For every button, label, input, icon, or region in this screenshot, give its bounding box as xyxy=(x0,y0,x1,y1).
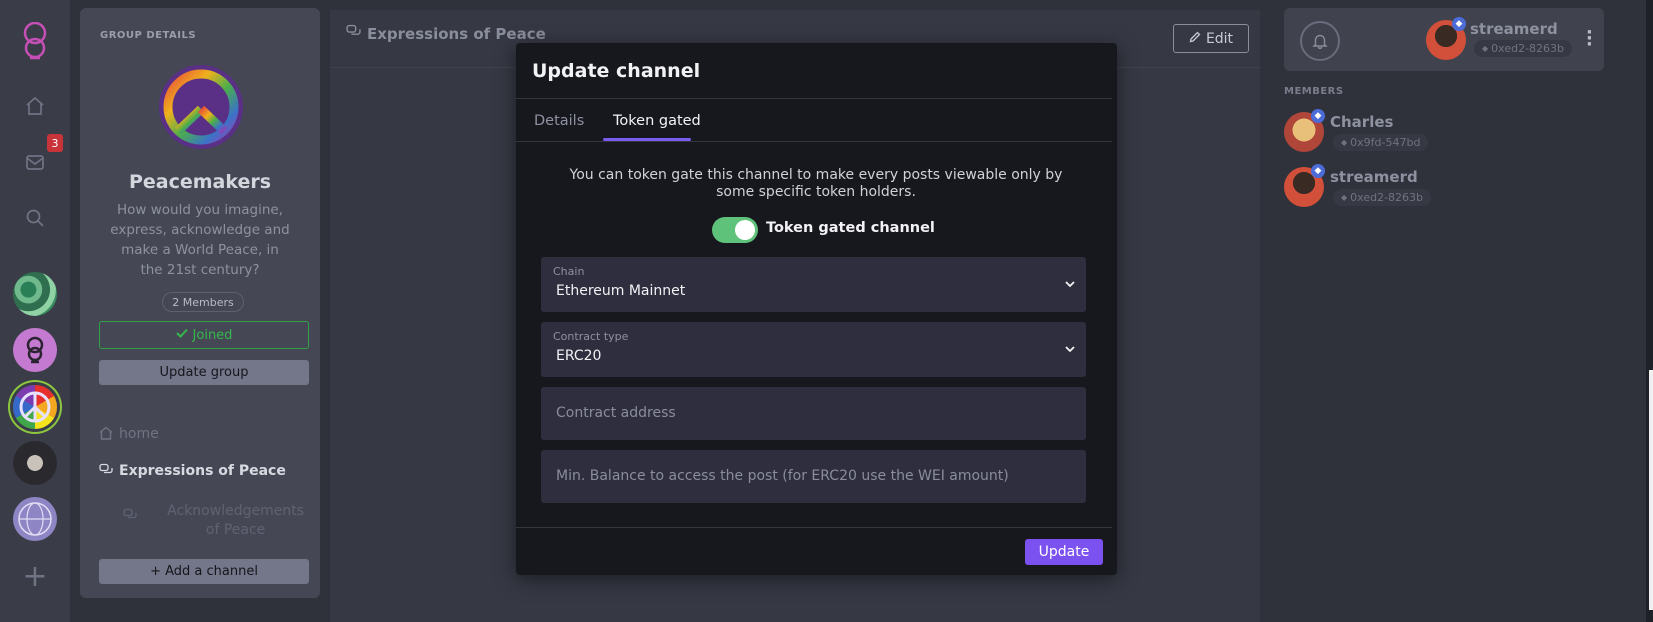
ethereum-icon: ◆ xyxy=(1341,138,1348,147)
more-options-icon[interactable]: · · · xyxy=(1586,24,1593,54)
group-avatar-earth[interactable] xyxy=(13,272,57,316)
divider xyxy=(516,98,1112,99)
current-username: streamerd xyxy=(1470,20,1558,38)
group-avatar-logo[interactable] xyxy=(13,328,57,372)
edit-label: Edit xyxy=(1205,30,1234,47)
group-avatar-peacemakers[interactable] xyxy=(13,385,57,429)
token-gate-info: You can token gate this channel to make … xyxy=(569,167,1063,200)
chat-bubbles-icon xyxy=(99,463,113,481)
pencil-icon xyxy=(1189,31,1201,47)
chain-label: Chain xyxy=(553,265,585,278)
modal-title: Update channel xyxy=(532,60,701,82)
home-icon[interactable] xyxy=(23,94,47,118)
mail-icon[interactable] xyxy=(23,150,47,174)
channel-label: Expressions of Peace xyxy=(119,463,286,479)
ethereum-icon: ◆ xyxy=(1482,44,1489,53)
members-panel: ◆ streamerd ◆ 0xed2-8263b · · · MEMBERS ◆ … xyxy=(1268,0,1653,622)
token-gated-toggle[interactable] xyxy=(712,217,758,243)
toggle-label: Token gated channel xyxy=(766,220,935,236)
address-text: 0xed2-8263b xyxy=(1491,42,1565,55)
member-address[interactable]: ◆ 0xed2-8263b xyxy=(1333,189,1432,206)
current-user-card: ◆ streamerd ◆ 0xed2-8263b · · · xyxy=(1284,8,1604,71)
home-icon xyxy=(99,426,113,444)
channel-label: home xyxy=(119,426,159,442)
app-rail: 3 + xyxy=(0,0,70,622)
chevron-down-icon xyxy=(1063,276,1077,290)
app-logo-icon[interactable] xyxy=(18,21,52,64)
section-label: GROUP DETAILS xyxy=(100,30,197,41)
toggle-knob xyxy=(735,220,755,240)
contract-type-label: Contract type xyxy=(553,330,629,343)
contract-type-value: ERC20 xyxy=(556,348,602,364)
channel-item-expressions[interactable]: Expressions of Peace xyxy=(99,463,286,481)
tab-token-gated[interactable]: Token gated xyxy=(613,113,701,141)
joined-button[interactable]: Joined xyxy=(99,321,309,349)
chat-bubbles-icon xyxy=(346,24,361,43)
chain-value: Ethereum Mainnet xyxy=(556,283,686,299)
update-button[interactable]: Update xyxy=(1025,539,1103,565)
bell-icon[interactable] xyxy=(1300,21,1340,61)
update-channel-modal: Update channel Details Token gated You c… xyxy=(516,43,1117,575)
divider xyxy=(516,527,1112,528)
chat-bubbles-icon xyxy=(99,508,161,528)
add-channel-button[interactable]: + Add a channel xyxy=(99,559,309,584)
add-group-icon[interactable]: + xyxy=(22,562,48,592)
window-edge-highlight xyxy=(1649,370,1653,610)
notification-badge: 3 xyxy=(47,134,63,152)
member-address[interactable]: ◆ 0x9fd-547bd xyxy=(1333,134,1429,151)
divider xyxy=(516,141,1112,142)
group-avatar-statue[interactable] xyxy=(13,441,57,485)
chevron-down-icon xyxy=(1063,341,1077,355)
group-logo xyxy=(157,63,245,151)
wallet-address[interactable]: ◆ 0xed2-8263b xyxy=(1474,40,1573,57)
address-text: 0x9fd-547bd xyxy=(1350,136,1421,149)
channel-title-text: Expressions of Peace xyxy=(367,24,546,43)
group-details-panel: GROUP DETAILS Peacemakers How would you … xyxy=(80,8,320,598)
ethereum-icon: ◆ xyxy=(1311,164,1325,178)
min-balance-input[interactable]: Min. Balance to access the post (for ERC… xyxy=(541,450,1086,503)
group-name: Peacemakers xyxy=(128,171,272,193)
channel-label: Acknowledgements of Peace xyxy=(167,503,304,538)
contract-address-placeholder: Contract address xyxy=(556,405,676,421)
address-text: 0xed2-8263b xyxy=(1350,191,1424,204)
tab-details[interactable]: Details xyxy=(534,113,584,141)
member-name[interactable]: Charles xyxy=(1330,113,1393,131)
joined-label: Joined xyxy=(192,327,233,343)
member-name[interactable]: streamerd xyxy=(1330,168,1418,186)
edit-channel-button[interactable]: Edit xyxy=(1173,24,1249,53)
group-avatar-globe[interactable] xyxy=(13,497,57,541)
min-balance-placeholder: Min. Balance to access the post (for ERC… xyxy=(556,468,1009,484)
members-count-badge[interactable]: 2 Members xyxy=(162,292,244,312)
members-heading: MEMBERS xyxy=(1284,86,1344,97)
search-icon[interactable] xyxy=(23,206,47,230)
channel-item-home[interactable]: home xyxy=(99,426,159,444)
ethereum-icon: ◆ xyxy=(1311,109,1325,123)
ethereum-icon: ◆ xyxy=(1341,193,1348,202)
channel-item-acknowledgements[interactable]: Acknowledgements of Peace xyxy=(99,502,304,540)
chain-select[interactable]: Chain Ethereum Mainnet xyxy=(541,257,1086,312)
contract-type-select[interactable]: Contract type ERC20 xyxy=(541,322,1086,377)
ethereum-icon: ◆ xyxy=(1452,17,1466,31)
update-group-button[interactable]: Update group xyxy=(99,360,309,385)
check-icon xyxy=(175,327,188,343)
group-description: How would you imagine, express, acknowle… xyxy=(110,202,290,278)
channel-title: Expressions of Peace xyxy=(346,24,546,43)
contract-address-input[interactable]: Contract address xyxy=(541,387,1086,440)
